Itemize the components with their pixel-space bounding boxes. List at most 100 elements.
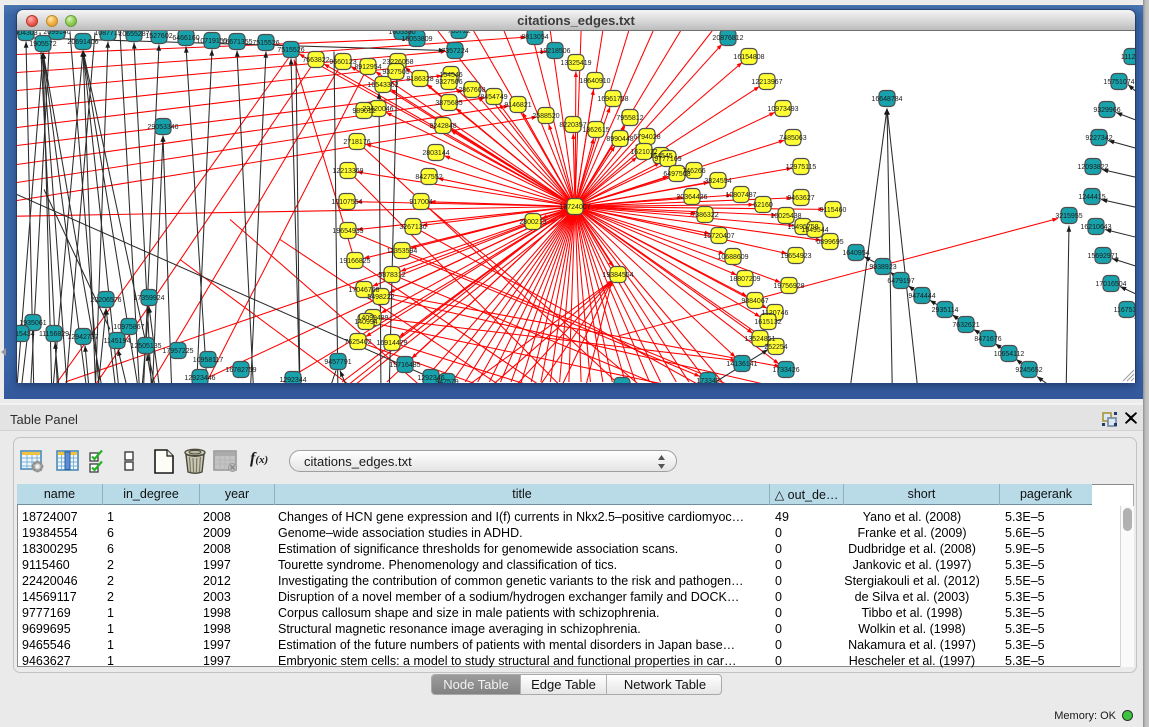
svg-text:7485063: 7485063 bbox=[779, 135, 806, 142]
svg-text:20206576: 20206576 bbox=[90, 297, 121, 304]
svg-text:2935114: 2935114 bbox=[932, 307, 959, 314]
svg-text:3267130: 3267130 bbox=[399, 224, 426, 231]
svg-text:3824554: 3824554 bbox=[704, 178, 731, 185]
svg-text:989012: 989012 bbox=[352, 108, 375, 115]
svg-text:16961758: 16961758 bbox=[597, 96, 628, 103]
svg-text:16543362: 16543362 bbox=[367, 82, 398, 89]
svg-text:12942737: 12942737 bbox=[67, 334, 98, 341]
svg-text:9938923: 9938923 bbox=[869, 264, 896, 271]
svg-text:7515526: 7515526 bbox=[277, 47, 304, 54]
svg-text:9474444: 9474444 bbox=[908, 293, 935, 300]
svg-text:9242848: 9242848 bbox=[429, 123, 456, 130]
svg-text:9463627: 9463627 bbox=[787, 195, 814, 202]
svg-text:9777169: 9777169 bbox=[654, 156, 681, 163]
svg-text:8471676: 8471676 bbox=[974, 336, 1001, 343]
svg-text:12505135: 12505135 bbox=[130, 343, 161, 350]
svg-text:1935061: 1935061 bbox=[19, 320, 46, 327]
svg-text:8454749: 8454749 bbox=[480, 94, 507, 101]
svg-text:7955812: 7955812 bbox=[616, 115, 643, 122]
svg-text:1145194: 1145194 bbox=[104, 338, 131, 345]
svg-text:8912954: 8912954 bbox=[354, 64, 381, 71]
svg-text:1120746: 1120746 bbox=[762, 310, 789, 317]
svg-text:6497508: 6497508 bbox=[663, 171, 690, 178]
svg-text:140994: 140994 bbox=[354, 319, 377, 326]
svg-text:20691406: 20691406 bbox=[67, 39, 98, 46]
svg-text:16648784: 16648784 bbox=[871, 96, 902, 103]
svg-text:111215: 111215 bbox=[1121, 54, 1135, 61]
svg-text:2718176: 2718176 bbox=[343, 139, 370, 146]
svg-text:1615132: 1615132 bbox=[754, 319, 781, 326]
svg-text:1733426: 1733426 bbox=[772, 367, 799, 374]
svg-text:7386322: 7386322 bbox=[691, 212, 718, 219]
svg-text:3215955: 3215955 bbox=[1055, 213, 1082, 220]
svg-text:3915434: 3915434 bbox=[17, 331, 35, 338]
svg-text:5498222: 5498222 bbox=[367, 294, 394, 301]
svg-text:9227342: 9227342 bbox=[1085, 135, 1112, 142]
svg-text:10958117: 10958117 bbox=[193, 357, 224, 364]
svg-text:173342: 173342 bbox=[696, 378, 719, 383]
svg-text:252254: 252254 bbox=[764, 344, 787, 351]
svg-text:19166825: 19166825 bbox=[339, 258, 370, 265]
svg-text:9329966: 9329966 bbox=[1093, 107, 1120, 114]
svg-text:19756928: 19756928 bbox=[773, 283, 804, 290]
svg-text:19218506: 19218506 bbox=[539, 48, 570, 55]
svg-text:16154808: 16154808 bbox=[733, 54, 764, 61]
svg-text:9245652: 9245652 bbox=[1015, 367, 1042, 374]
svg-text:9884067: 9884067 bbox=[741, 298, 768, 305]
svg-text:15720407: 15720407 bbox=[703, 233, 734, 240]
svg-text:1292344: 1292344 bbox=[279, 377, 306, 383]
svg-text:9660123: 9660123 bbox=[329, 59, 356, 66]
svg-text:12923446: 12923446 bbox=[184, 375, 215, 382]
svg-text:7632621: 7632621 bbox=[952, 322, 979, 329]
svg-text:12213369: 12213369 bbox=[332, 168, 363, 175]
svg-text:1905572: 1905572 bbox=[29, 41, 56, 48]
svg-text:10654112: 10654112 bbox=[994, 351, 1025, 358]
svg-text:8813054: 8813054 bbox=[521, 34, 548, 41]
svg-text:16053809: 16053809 bbox=[401, 36, 432, 43]
svg-text:8990448: 8990448 bbox=[606, 136, 633, 143]
svg-text:12093822: 12093822 bbox=[1077, 164, 1108, 171]
svg-text:7663822: 7663822 bbox=[302, 57, 329, 64]
svg-text:29053346: 29053346 bbox=[147, 124, 178, 131]
svg-text:10973493: 10973493 bbox=[767, 106, 798, 113]
svg-text:2099140: 2099140 bbox=[43, 31, 70, 36]
svg-text:2803144: 2803144 bbox=[422, 150, 449, 157]
svg-text:8427552: 8427552 bbox=[415, 174, 442, 181]
svg-text:1549544: 1549544 bbox=[801, 227, 828, 234]
svg-text:7357224: 7357224 bbox=[441, 48, 468, 55]
svg-text:62160: 62160 bbox=[753, 202, 773, 209]
svg-text:14136141: 14136141 bbox=[726, 361, 757, 368]
svg-text:11156829: 11156829 bbox=[39, 331, 69, 338]
svg-text:917004: 917004 bbox=[409, 199, 432, 206]
svg-text:18640910: 18640910 bbox=[579, 78, 610, 85]
svg-text:15716485: 15716485 bbox=[389, 362, 420, 369]
svg-text:17016504: 17016504 bbox=[1095, 281, 1126, 288]
svg-text:10107554: 10107554 bbox=[331, 199, 362, 206]
svg-text:0899695: 0899695 bbox=[816, 239, 843, 246]
svg-text:9327506: 9327506 bbox=[435, 79, 462, 86]
svg-text:154546: 154546 bbox=[439, 72, 462, 79]
svg-text:23226058: 23226058 bbox=[382, 59, 413, 66]
svg-text:13524851: 13524851 bbox=[744, 336, 775, 343]
svg-text:13325419: 13325419 bbox=[560, 60, 591, 67]
svg-text:9457791: 9457791 bbox=[324, 359, 351, 366]
svg-text:16671355: 16671355 bbox=[221, 39, 252, 46]
svg-text:735722: 735722 bbox=[447, 31, 470, 35]
svg-text:17359924: 17359924 bbox=[133, 295, 164, 302]
svg-text:17957225: 17957225 bbox=[162, 348, 193, 355]
svg-text:7625402: 7625402 bbox=[344, 339, 371, 346]
svg-text:18807209: 18807209 bbox=[729, 276, 760, 283]
svg-text:2588520: 2588520 bbox=[532, 113, 559, 120]
svg-text:8186328: 8186328 bbox=[406, 76, 433, 83]
svg-text:10975867: 10975867 bbox=[113, 324, 144, 331]
svg-text:7515526: 7515526 bbox=[252, 40, 279, 47]
svg-text:1640954: 1640954 bbox=[842, 250, 869, 257]
svg-text:10688609: 10688609 bbox=[717, 254, 748, 261]
svg-text:1362615: 1362615 bbox=[582, 127, 609, 134]
svg-text:3875685: 3875685 bbox=[435, 100, 462, 107]
svg-text:19384554: 19384554 bbox=[602, 272, 633, 279]
svg-text:10807487: 10807487 bbox=[725, 192, 756, 199]
svg-text:1167534: 1167534 bbox=[1114, 307, 1135, 314]
svg-text:2867608: 2867608 bbox=[458, 87, 485, 94]
svg-text:6479197: 6479197 bbox=[887, 278, 914, 285]
